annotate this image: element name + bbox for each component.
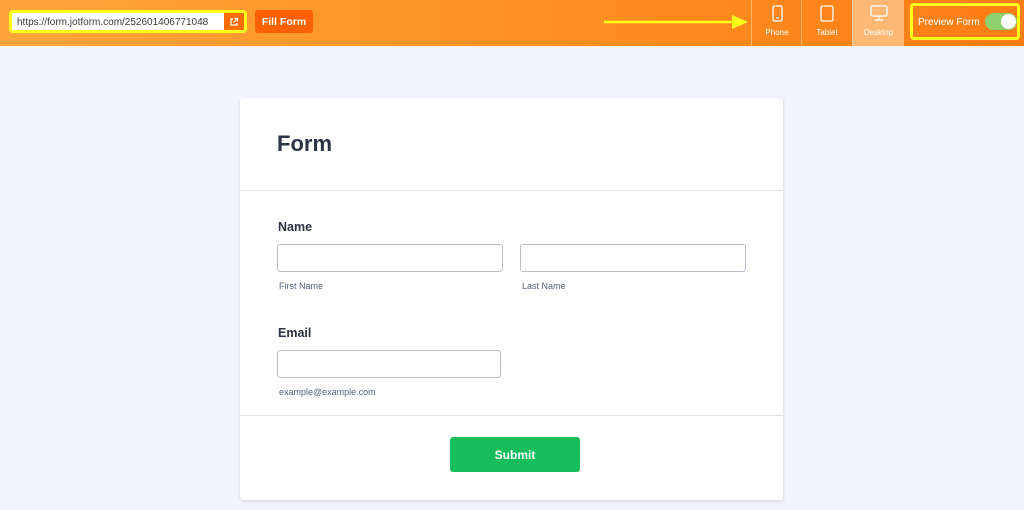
preview-form-toggle[interactable] [985, 13, 1017, 30]
device-desktop-button[interactable]: Desktop [852, 0, 904, 46]
form-url-text[interactable]: https://form.jotform.com/252601406771048 [17, 17, 208, 28]
device-desktop-label: Desktop [863, 28, 894, 37]
desktop-icon [869, 5, 888, 23]
header-divider [240, 190, 783, 191]
device-phone-label: Phone [765, 28, 789, 37]
last-name-input[interactable] [520, 244, 746, 272]
external-link-icon[interactable] [224, 13, 244, 30]
top-toolbar: https://form.jotform.com/252601406771048… [0, 0, 1024, 46]
toggle-knob [1001, 14, 1016, 29]
last-name-sublabel: Last Name [522, 281, 566, 291]
first-name-input[interactable] [277, 244, 503, 272]
email-sublabel: example@example.com [279, 387, 376, 397]
email-label: Email [278, 326, 312, 340]
footer-divider [240, 415, 783, 416]
device-tablet-button[interactable]: Tablet [801, 0, 852, 46]
email-field[interactable] [277, 350, 501, 378]
preview-form-label: Preview Form [918, 17, 980, 28]
name-label: Name [278, 220, 313, 234]
tablet-icon [820, 5, 834, 23]
form-title: Form [277, 131, 332, 156]
form-card: Form Name First Name Last Name Email exa… [240, 98, 783, 500]
fill-form-button[interactable]: Fill Form [255, 10, 313, 33]
preview-form-toggle-group[interactable]: Preview Form [910, 3, 1020, 40]
phone-icon [771, 5, 783, 23]
submit-button[interactable]: Submit [450, 437, 580, 472]
arrow-annotation-icon [604, 15, 748, 29]
device-phone-button[interactable]: Phone [751, 0, 802, 46]
form-url-box[interactable]: https://form.jotform.com/252601406771048 [9, 10, 247, 33]
first-name-sublabel: First Name [279, 281, 324, 291]
device-tablet-label: Tablet [816, 28, 838, 37]
